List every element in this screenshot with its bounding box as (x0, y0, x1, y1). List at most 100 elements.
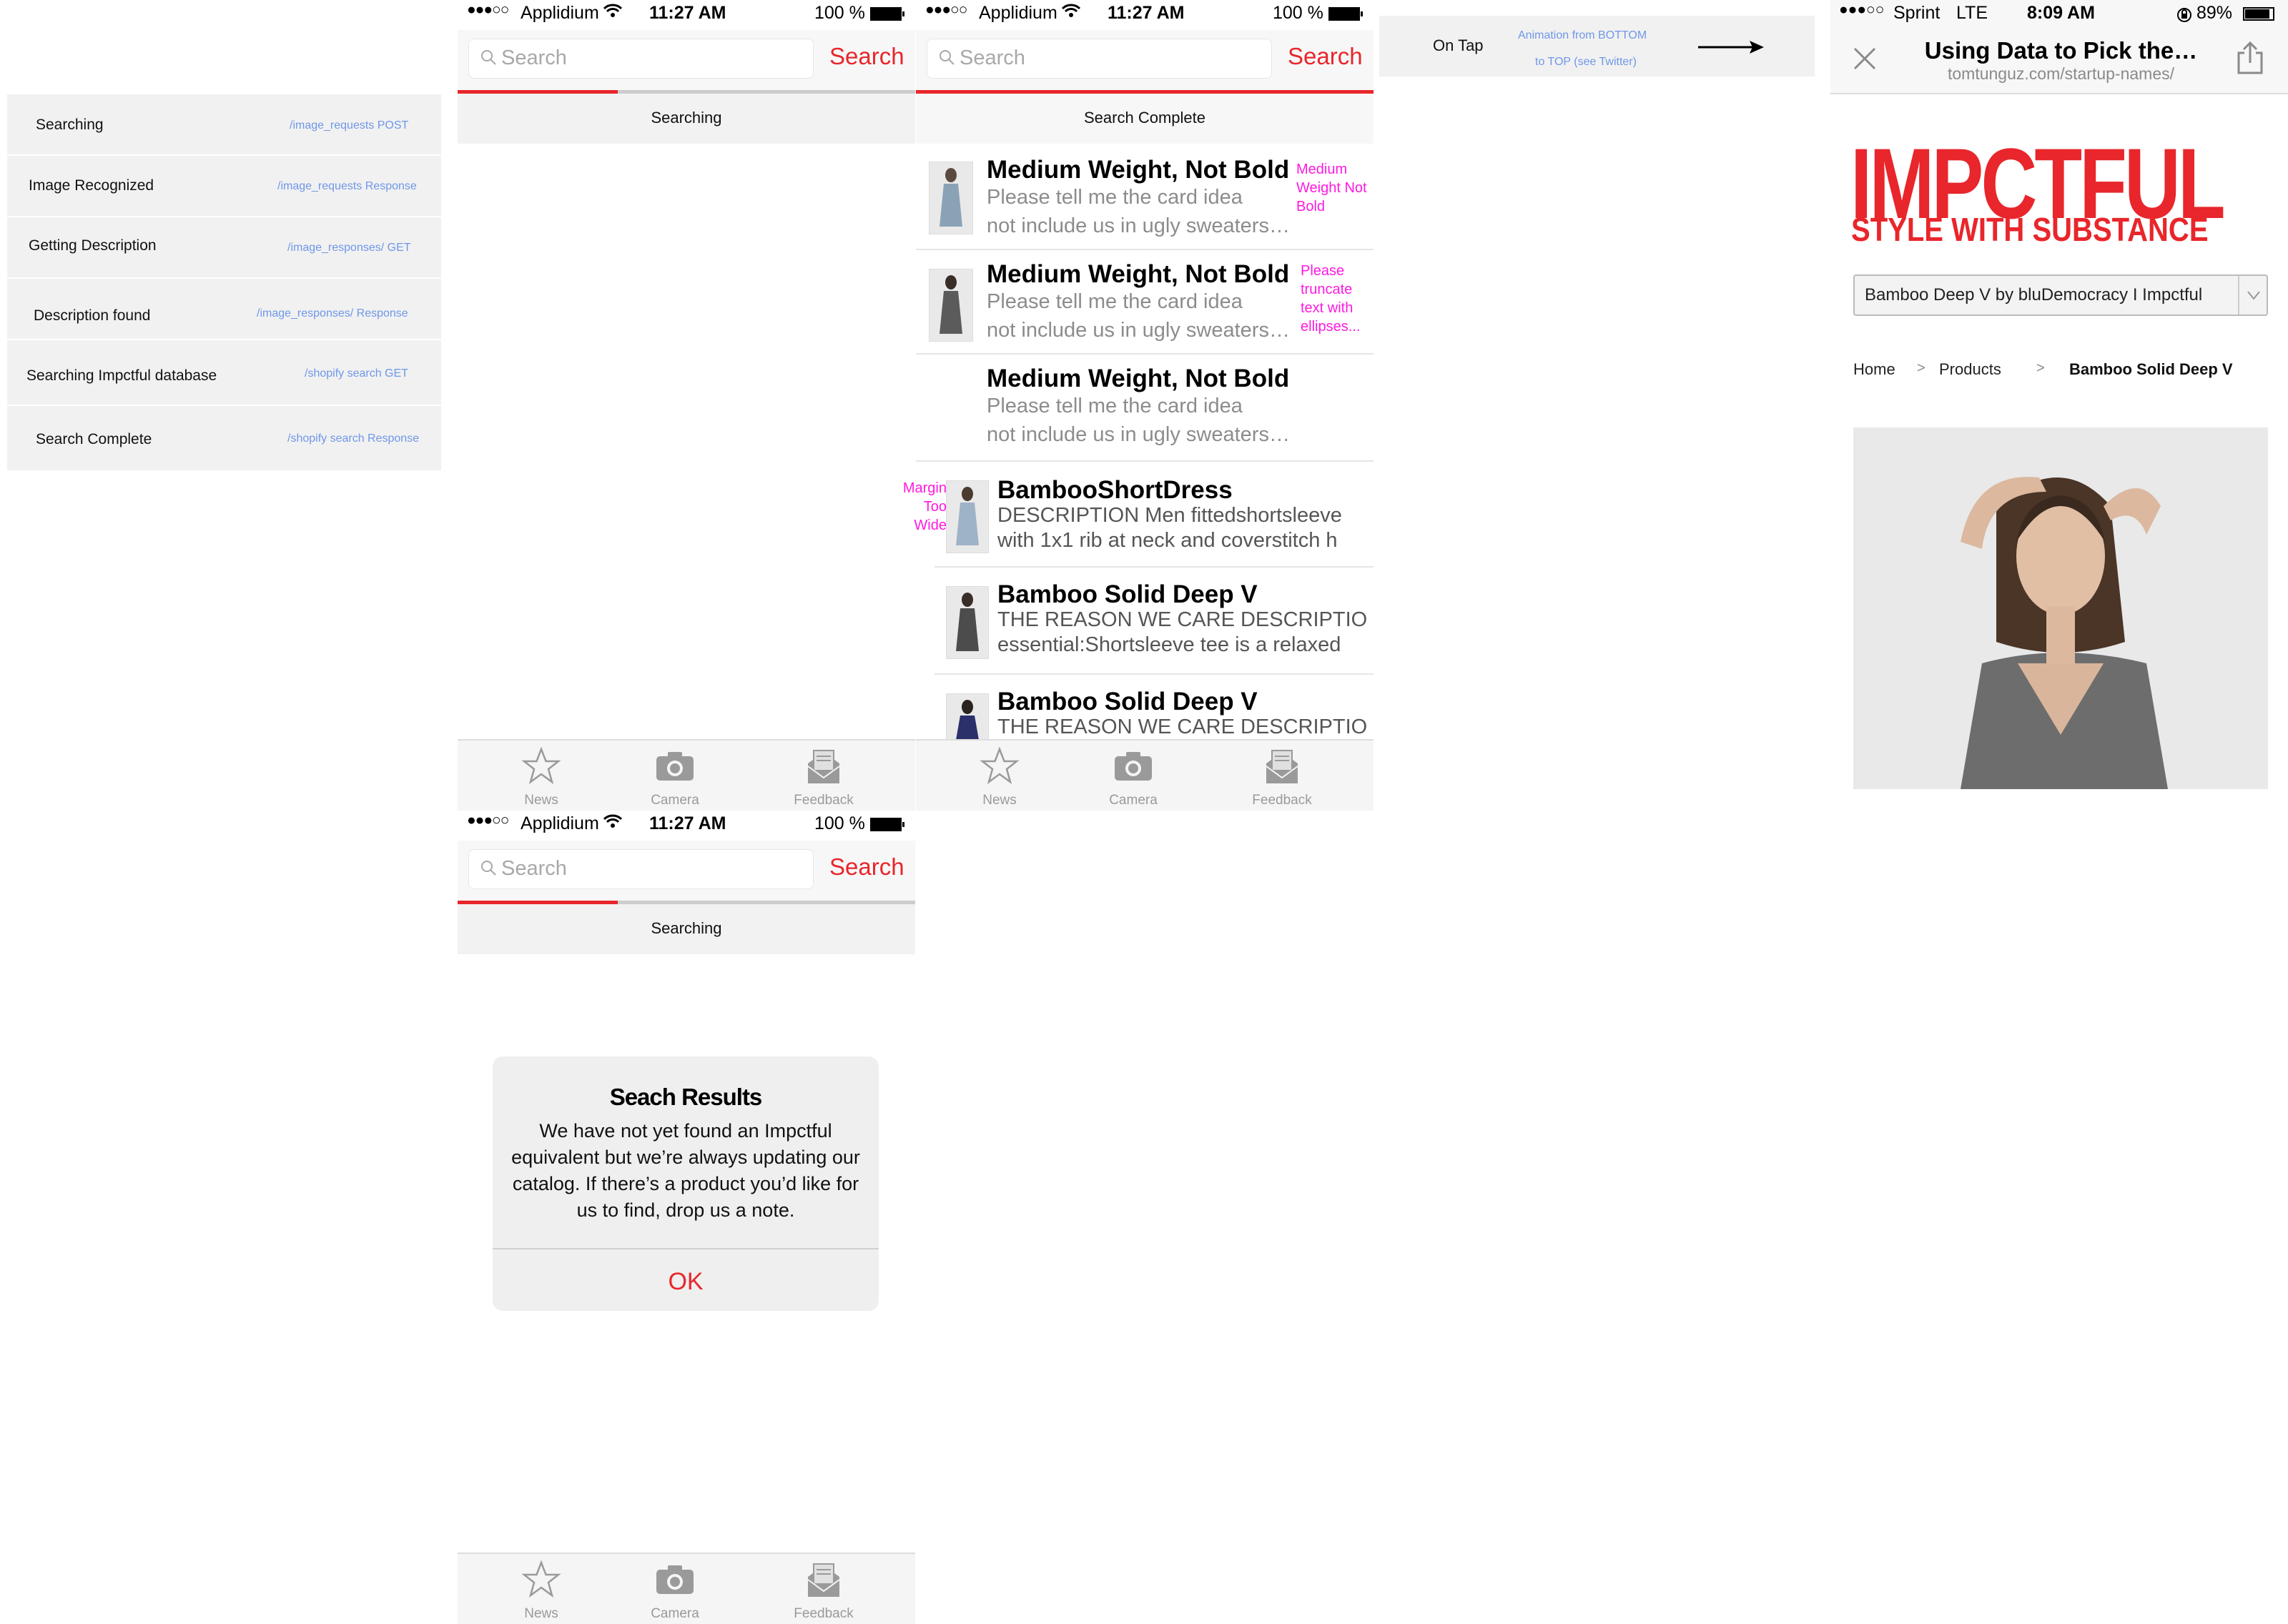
search-input[interactable]: Search (927, 39, 1272, 79)
product-thumbnail (929, 269, 973, 342)
tab-label: Camera (651, 1606, 699, 1621)
status-step: Description found /image_responses/ Resp… (7, 279, 441, 340)
tab-feedback[interactable]: Feedback (1218, 741, 1346, 811)
on-tap-label: On Tap (1433, 36, 1484, 54)
result-row[interactable]: Medium Weight, Not Bold Please tell me t… (916, 353, 1374, 462)
tab-camera[interactable]: Camera (611, 741, 739, 811)
search-state-label: Search Complete (1084, 109, 1205, 127)
status-step: Image Recognized /image_requests Respons… (7, 156, 441, 217)
search-input[interactable]: Search (468, 39, 814, 79)
result-description-line: not include us in ugly sweaters… (987, 423, 1290, 446)
status-step-endpoint: /shopify search GET (305, 367, 408, 380)
breadcrumb-separator: > (1917, 360, 1925, 376)
status-time: 8:09 AM (2027, 3, 2095, 23)
star-icon (521, 746, 561, 785)
animation-note-line: to TOP (see Twitter) (1535, 56, 1637, 68)
impctful-logo[interactable]: IMPCTFUL STYLE WITH SUBSTANCE (1850, 127, 2268, 248)
carrier-label: Applidium (521, 3, 599, 23)
searching-screen: ●●●○○ Applidium 11:27 AM 100 % Search Se… (458, 0, 915, 811)
tab-camera[interactable]: Camera (611, 1554, 739, 1624)
status-time: 11:27 AM (1108, 3, 1185, 23)
search-input[interactable]: Search (468, 849, 814, 889)
search-complete-screen: ●●●○○ Applidium 11:27 AM 100 % Search Se… (916, 0, 1374, 811)
search-button[interactable]: Search (829, 853, 904, 881)
product-thumbnail (946, 586, 989, 659)
result-row[interactable]: Medium Weight, Not Bold Please tell me t… (916, 144, 1374, 250)
tab-label: Camera (1109, 793, 1158, 808)
status-step-label: Getting Description (29, 237, 157, 254)
camera-icon (656, 752, 694, 781)
search-button[interactable]: Search (1288, 43, 1363, 70)
battery-percent: 100 % (814, 3, 865, 23)
on-tap-transition-note: On Tap Animation from BOTTOM to TOP (see… (1379, 16, 1815, 76)
tab-label: News (524, 1606, 558, 1621)
product-web-view: ●●●○○ Sprint LTE 8:09 AM 89% Using Data … (1830, 0, 2288, 793)
result-description-line: THE REASON WE CARE DESCRIPTIO (997, 716, 1368, 738)
search-state-bar: Searching (458, 94, 915, 144)
share-icon[interactable] (2234, 40, 2266, 74)
tab-news[interactable]: News (477, 741, 606, 811)
breadcrumb-products[interactable]: Products (1939, 360, 2001, 379)
carrier-label: Applidium (979, 3, 1057, 23)
result-row[interactable]: Bamboo Solid Deep V THE REASON WE CARE D… (935, 566, 1374, 675)
wifi-icon (1062, 4, 1080, 17)
signal-dots-icon: ●●●○○ (925, 1, 967, 18)
status-step: Searching /image_requests POST (7, 94, 441, 156)
result-description-line: not include us in ugly sweaters… (987, 214, 1290, 237)
status-step-endpoint: /image_requests Response (277, 180, 417, 192)
camera-icon (656, 1565, 694, 1594)
battery-percent: 89% (2196, 3, 2233, 23)
tab-label: News (524, 793, 558, 808)
result-title: Medium Weight, Not Bold (987, 260, 1290, 288)
carrier-label: Applidium (521, 813, 599, 833)
breadcrumb-separator: > (2036, 360, 2045, 376)
feedback-envelope-icon (807, 750, 840, 783)
design-annotation: Medium Weight Not Bold (1296, 162, 1367, 214)
result-description-line: not include us in ugly sweaters… (987, 319, 1290, 342)
star-icon (521, 1560, 561, 1598)
battery-icon (1328, 7, 1363, 21)
status-step-label: Image Recognized (29, 177, 154, 194)
breadcrumb: Home > Products > Bamboo Solid Deep V (1853, 360, 2282, 385)
tab-label: Feedback (1252, 793, 1312, 808)
alert-ok-button[interactable]: OK (493, 1268, 879, 1296)
close-icon[interactable] (1852, 46, 1878, 71)
product-image[interactable] (1853, 427, 2268, 789)
camera-icon (1115, 752, 1152, 781)
search-icon (481, 861, 496, 876)
status-step-endpoint: /image_responses/ Response (257, 307, 408, 320)
product-select-dropdown[interactable]: Bamboo Deep V by bluDemocracy I Impctful (1853, 274, 2268, 316)
search-placeholder: Search (501, 857, 567, 880)
result-row[interactable]: BambooShortDress DESCRIPTION Men fitteds… (935, 460, 1374, 568)
star-icon (980, 746, 1020, 785)
search-state-bar: Search Complete (916, 94, 1374, 144)
status-step: Getting Description /image_responses/ GE… (7, 217, 441, 279)
result-row[interactable]: Bamboo Solid Deep V THE REASON WE CARE D… (935, 673, 1374, 741)
tab-news[interactable]: News (935, 741, 1064, 811)
search-icon (481, 50, 496, 65)
product-thumbnail (946, 693, 989, 741)
tab-feedback[interactable]: Feedback (759, 1554, 888, 1624)
feedback-envelope-icon (1266, 750, 1298, 783)
page-url: tomtunguz.com/startup-names/ (1947, 64, 2175, 83)
search-button[interactable]: Search (829, 43, 904, 70)
result-description-line: Please tell me the card idea (987, 395, 1243, 417)
breadcrumb-home[interactable]: Home (1853, 360, 1895, 379)
result-row[interactable]: Medium Weight, Not Bold Please tell me t… (916, 249, 1374, 355)
battery-percent: 100 % (814, 813, 865, 833)
breadcrumb-current: Bamboo Solid Deep V (2069, 360, 2233, 378)
status-step-label: Search Complete (36, 431, 152, 447)
status-steps-panel: Searching /image_requests POST Image Rec… (7, 94, 441, 470)
status-bar: ●●●○○ Applidium 11:27 AM 100 % (916, 0, 1374, 30)
signal-dots-icon: ●●●○○ (1839, 1, 1885, 18)
search-results-alert: Seach Results We have not yet found an I… (493, 1056, 879, 1311)
battery-icon (870, 818, 904, 831)
tab-feedback[interactable]: Feedback (759, 741, 888, 811)
result-description-line: with 1x1 rib at neck and coverstitch h (997, 529, 1338, 552)
network-label: LTE (1956, 3, 1988, 23)
logo-tagline: STYLE WITH SUBSTANCE (1851, 211, 2209, 248)
status-time: 11:27 AM (649, 3, 726, 23)
tab-camera[interactable]: Camera (1069, 741, 1198, 811)
tab-news[interactable]: News (477, 1554, 606, 1624)
result-title: Medium Weight, Not Bold (987, 156, 1290, 184)
